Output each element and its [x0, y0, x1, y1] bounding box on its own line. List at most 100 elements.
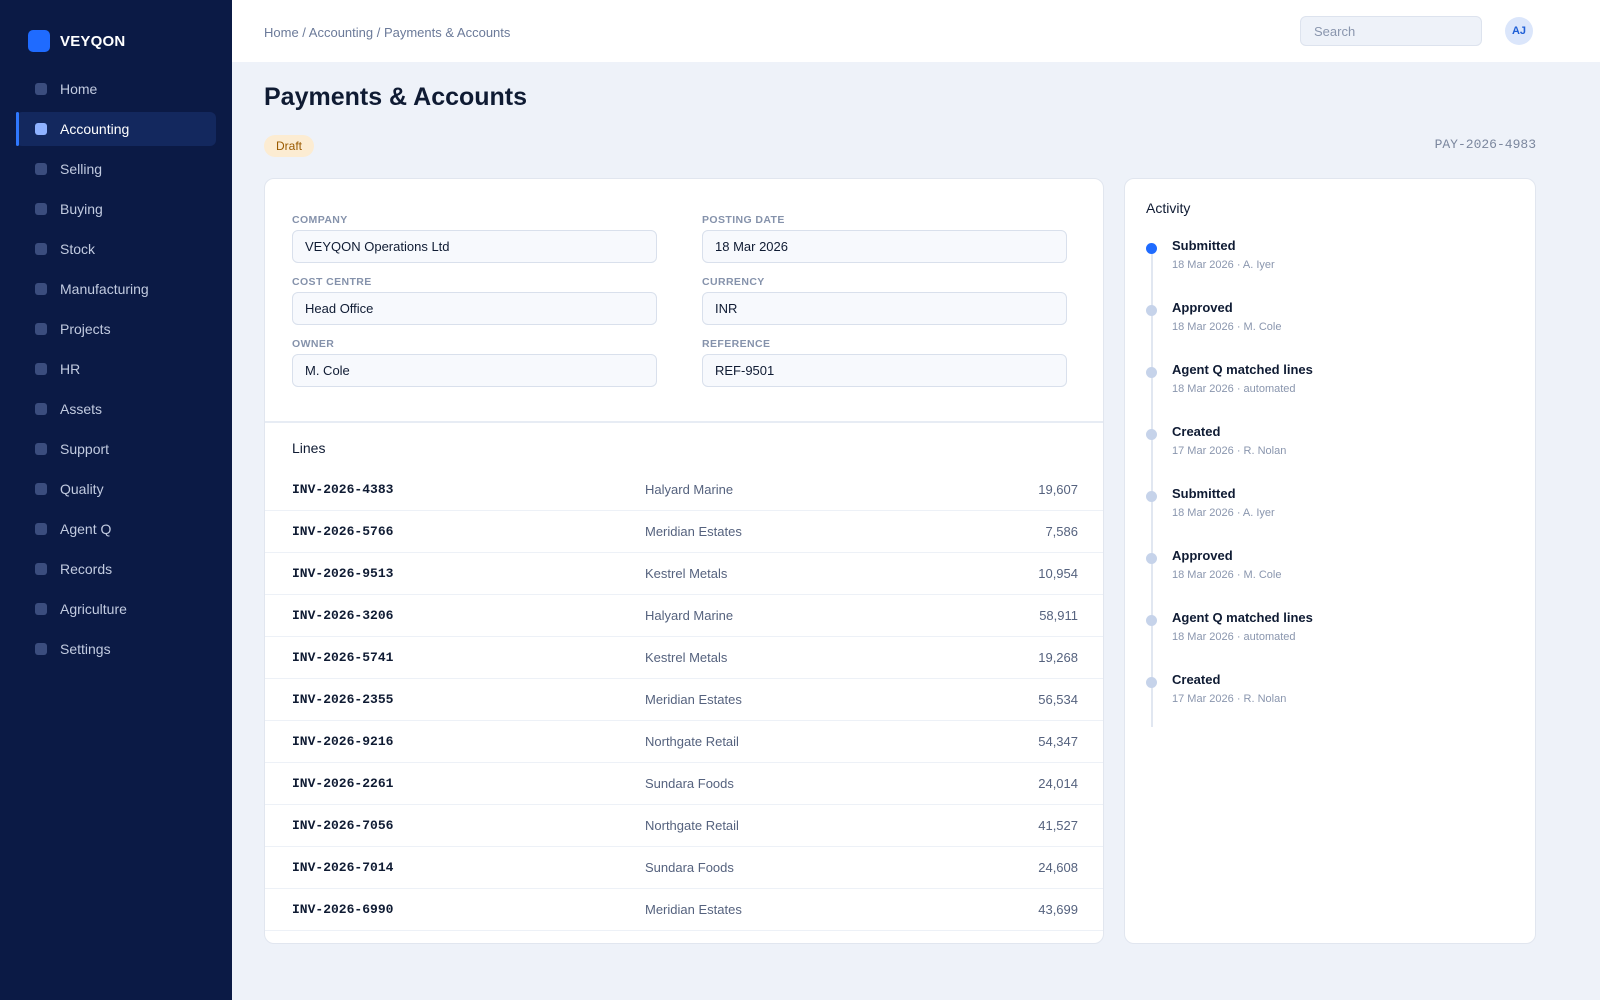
amount: 54,347 — [1038, 734, 1078, 749]
activity-timeline: Submitted 18 Mar 2026 · A. Iyer Approved 18… — [1146, 237, 1516, 733]
party-name: Halyard Marine — [645, 482, 734, 497]
lines-table: INV-2026-4383 Halyard Marine 19,607 INV-202… — [265, 469, 1103, 931]
cost-centre-field[interactable] — [292, 292, 657, 325]
party-name: Northgate Retail — [645, 818, 739, 833]
nav-square-icon — [35, 83, 47, 95]
sidebar-item-selling[interactable]: Selling — [16, 152, 216, 186]
timeline-dot-icon — [1146, 677, 1157, 688]
invoice-number: INV-2026-4383 — [292, 482, 394, 497]
sidebar-nav: Home Accounting Selling Buying Stock Manufact… — [16, 72, 216, 672]
table-row[interactable]: INV-2026-4383 Halyard Marine 19,607 — [265, 469, 1103, 511]
activity-event-title: Submitted — [1172, 238, 1236, 253]
sidebar-item-support[interactable]: Support — [16, 432, 216, 466]
brand[interactable]: VEYQON — [28, 30, 125, 52]
party-name: Sundara Foods — [645, 776, 734, 791]
sidebar-item-label: HR — [60, 361, 81, 377]
brand-logo-icon — [28, 30, 50, 52]
table-row[interactable]: INV-2026-5741 Kestrel Metals 19,268 — [265, 637, 1103, 679]
search-input[interactable] — [1300, 16, 1482, 46]
table-row[interactable]: INV-2026-7056 Northgate Retail 41,527 — [265, 805, 1103, 847]
activity-event: Submitted 18 Mar 2026 · A. Iyer — [1146, 237, 1516, 299]
avatar[interactable]: AJ — [1505, 17, 1533, 45]
brand-name: VEYQON — [60, 32, 126, 50]
invoice-number: INV-2026-3206 — [292, 608, 394, 623]
details-card: COMPANY POSTING DATE COST CENTRE CURRENC… — [264, 178, 1104, 944]
breadcrumb[interactable]: Home / Accounting / Payments & Accounts — [264, 25, 510, 40]
activity-event: Approved 18 Mar 2026 · M. Cole — [1146, 299, 1516, 361]
reference-field[interactable] — [702, 354, 1067, 387]
timeline-dot-icon — [1146, 429, 1157, 440]
nav-square-icon — [35, 323, 47, 335]
reference-label: REFERENCE — [702, 338, 771, 350]
party-name: Sundara Foods — [645, 860, 734, 875]
nav-square-icon — [35, 123, 47, 135]
timeline-dot-icon — [1146, 243, 1157, 254]
table-row[interactable]: INV-2026-2261 Sundara Foods 24,014 — [265, 763, 1103, 805]
table-row[interactable]: INV-2026-6990 Meridian Estates 43,699 — [265, 889, 1103, 931]
sidebar: VEYQON Home Accounting Selling Buying Stock M… — [0, 0, 232, 1000]
sidebar-item-label: Settings — [60, 641, 111, 657]
posting-date-label: POSTING DATE — [702, 214, 785, 226]
amount: 10,954 — [1038, 566, 1078, 581]
sidebar-item-manufacturing[interactable]: Manufacturing — [16, 272, 216, 306]
table-row[interactable]: INV-2026-5766 Meridian Estates 7,586 — [265, 511, 1103, 553]
sidebar-item-home[interactable]: Home — [16, 72, 216, 106]
activity-event-title: Agent Q matched lines — [1172, 362, 1313, 377]
activity-event-meta: 18 Mar 2026 · M. Cole — [1172, 569, 1282, 581]
amount: 41,527 — [1038, 818, 1078, 833]
owner-field[interactable] — [292, 354, 657, 387]
table-row[interactable]: INV-2026-9216 Northgate Retail 54,347 — [265, 721, 1103, 763]
activity-title: Activity — [1146, 200, 1191, 216]
table-row[interactable]: INV-2026-7014 Sundara Foods 24,608 — [265, 847, 1103, 889]
top-header: Home / Accounting / Payments & Accounts … — [232, 0, 1600, 62]
activity-event-title: Approved — [1172, 300, 1233, 315]
activity-event-meta: 17 Mar 2026 · R. Nolan — [1172, 693, 1287, 705]
sidebar-item-buying[interactable]: Buying — [16, 192, 216, 226]
timeline-dot-icon — [1146, 367, 1157, 378]
nav-square-icon — [35, 403, 47, 415]
sidebar-item-hr[interactable]: HR — [16, 352, 216, 386]
sidebar-item-records[interactable]: Records — [16, 552, 216, 586]
activity-event-meta: 18 Mar 2026 · automated — [1172, 631, 1296, 643]
table-row[interactable]: INV-2026-9513 Kestrel Metals 10,954 — [265, 553, 1103, 595]
currency-field-group: CURRENCY — [702, 276, 1067, 325]
party-name: Meridian Estates — [645, 692, 742, 707]
sidebar-item-agent-q[interactable]: Agent Q — [16, 512, 216, 546]
sidebar-item-label: Home — [60, 81, 98, 97]
table-row[interactable]: INV-2026-3206 Halyard Marine 58,911 — [265, 595, 1103, 637]
activity-event: Approved 18 Mar 2026 · M. Cole — [1146, 547, 1516, 609]
sidebar-item-accounting[interactable]: Accounting — [16, 112, 216, 146]
party-name: Halyard Marine — [645, 608, 734, 623]
activity-event: Created 17 Mar 2026 · R. Nolan — [1146, 423, 1516, 485]
sidebar-item-agriculture[interactable]: Agriculture — [16, 592, 216, 626]
invoice-number: INV-2026-9216 — [292, 734, 394, 749]
nav-square-icon — [35, 523, 47, 535]
sidebar-item-quality[interactable]: Quality — [16, 472, 216, 506]
sidebar-item-assets[interactable]: Assets — [16, 392, 216, 426]
sidebar-item-label: Selling — [60, 161, 103, 177]
status-badge: Draft — [264, 135, 315, 157]
invoice-number: INV-2026-2355 — [292, 692, 394, 707]
activity-event: Submitted 18 Mar 2026 · A. Iyer — [1146, 485, 1516, 547]
party-name: Meridian Estates — [645, 524, 742, 539]
nav-square-icon — [35, 163, 47, 175]
activity-event-meta: 18 Mar 2026 · A. Iyer — [1172, 259, 1275, 271]
party-name: Kestrel Metals — [645, 650, 728, 665]
amount: 43,699 — [1038, 902, 1078, 917]
sidebar-item-projects[interactable]: Projects — [16, 312, 216, 346]
nav-square-icon — [35, 363, 47, 375]
invoice-number: INV-2026-5741 — [292, 650, 394, 665]
posting-date-field[interactable] — [702, 230, 1067, 263]
currency-field[interactable] — [702, 292, 1067, 325]
table-row[interactable]: INV-2026-2355 Meridian Estates 56,534 — [265, 679, 1103, 721]
nav-square-icon — [35, 443, 47, 455]
amount: 24,608 — [1038, 860, 1078, 875]
company-field[interactable] — [292, 230, 657, 263]
posting-date-field-group: POSTING DATE — [702, 214, 1067, 263]
sidebar-item-stock[interactable]: Stock — [16, 232, 216, 266]
activity-event-meta: 18 Mar 2026 · A. Iyer — [1172, 507, 1275, 519]
sidebar-item-settings[interactable]: Settings — [16, 632, 216, 666]
nav-square-icon — [35, 243, 47, 255]
invoice-number: INV-2026-2261 — [292, 776, 394, 791]
invoice-number: INV-2026-9513 — [292, 566, 394, 581]
